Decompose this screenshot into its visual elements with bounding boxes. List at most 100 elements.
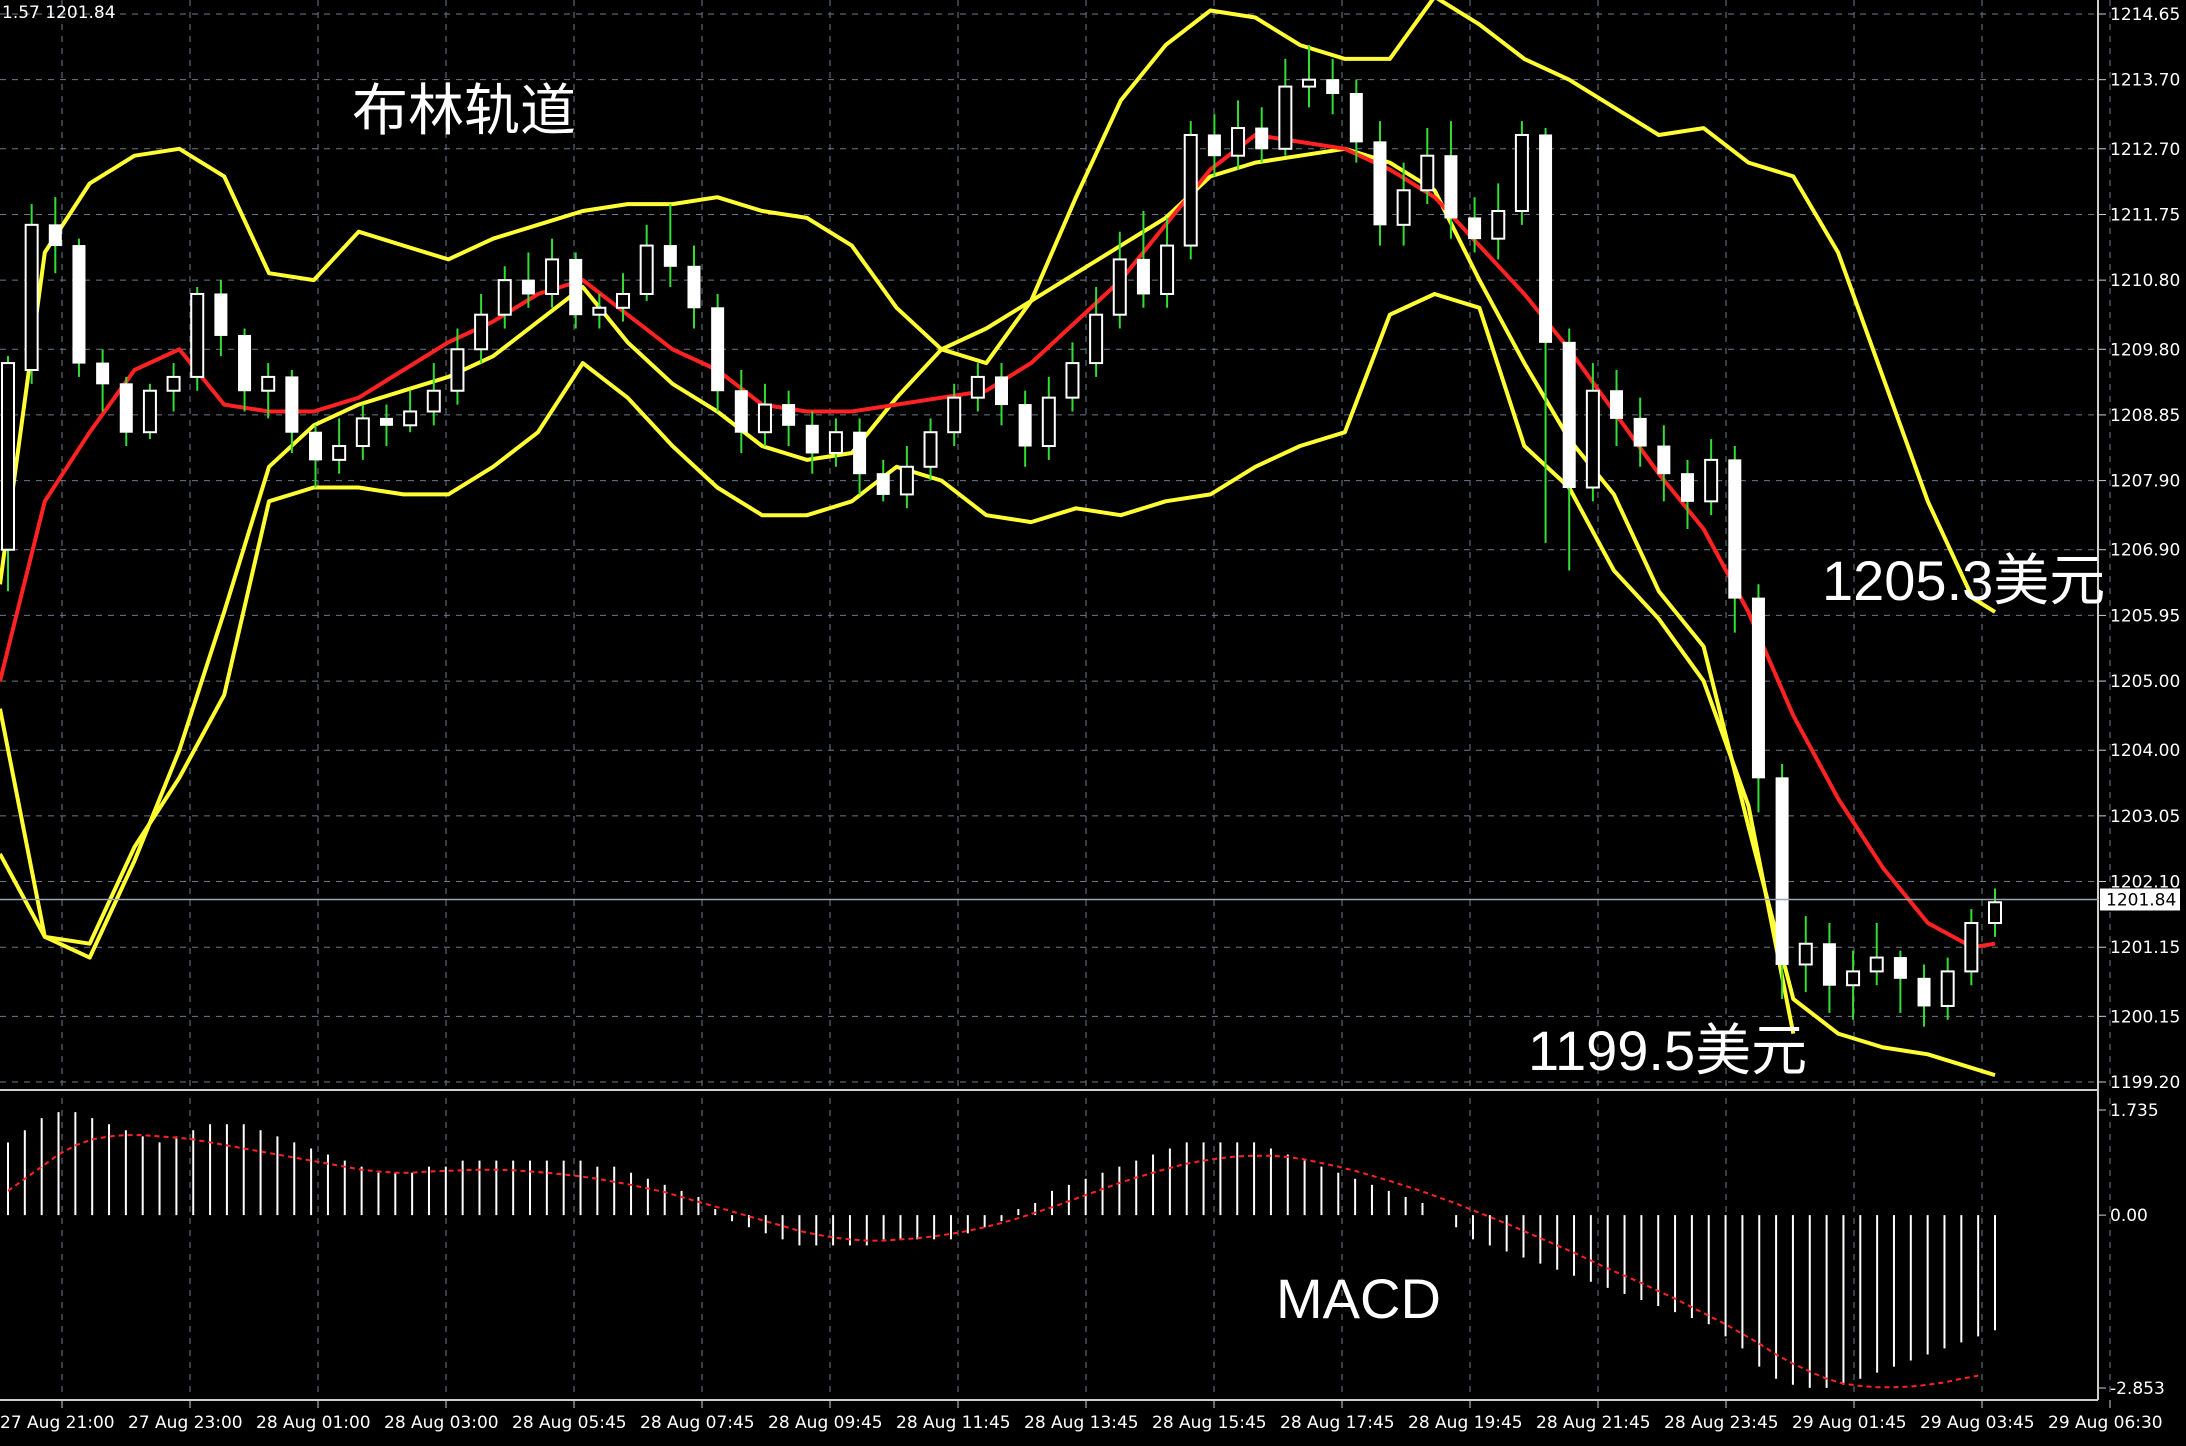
candle-bull[interactable] (403, 410, 418, 427)
candle-bear[interactable] (214, 293, 228, 336)
candle-bear[interactable] (1728, 459, 1742, 599)
candle-bull[interactable] (1964, 922, 1979, 973)
candle-bear[interactable] (238, 334, 252, 392)
candle-bear[interactable] (309, 431, 323, 461)
candle-bear[interactable] (995, 376, 1008, 406)
time-tick-label: 29 Aug 01:45 (1792, 1413, 1907, 1433)
candle-bull[interactable] (970, 375, 985, 399)
candle-bull[interactable] (1089, 313, 1104, 365)
candle-bull[interactable] (142, 389, 157, 434)
candle-bull[interactable] (828, 431, 843, 454)
candle-bear[interactable] (1539, 134, 1553, 343)
candle-bull[interactable] (1, 362, 15, 551)
candle-bear[interactable] (1775, 777, 1789, 965)
candle-bull[interactable] (426, 389, 441, 413)
candle-bear[interactable] (663, 245, 677, 267)
candle-bear[interactable] (72, 245, 86, 364)
candle-bear[interactable] (805, 424, 819, 454)
candle-bear[interactable] (1255, 127, 1269, 150)
candle-bull[interactable] (497, 279, 512, 316)
candle-bear[interactable] (1893, 957, 1907, 979)
candle-bear[interactable] (734, 390, 748, 433)
candle-bear[interactable] (1657, 445, 1671, 475)
candle-bull[interactable] (190, 292, 205, 378)
price-tick-label: 1207.90 (2110, 472, 2180, 492)
macd-tick-label: 1.735 (2110, 1101, 2159, 1121)
candle-bear[interactable] (711, 307, 725, 392)
candle-bull[interactable] (1278, 85, 1293, 150)
candle-bear[interactable] (48, 224, 62, 247)
candle-bear[interactable] (876, 473, 890, 495)
time-tick-label: 28 Aug 11:45 (896, 1413, 1011, 1433)
time-tick-label: 28 Aug 19:45 (1408, 1413, 1523, 1433)
candle-bull[interactable] (1585, 389, 1600, 489)
candle-bull[interactable] (639, 244, 654, 295)
candle-bull[interactable] (1041, 396, 1056, 448)
candle-bear[interactable] (1373, 141, 1387, 226)
candle-bear[interactable] (119, 383, 133, 433)
candle-bear[interactable] (1610, 390, 1624, 419)
candle-bear[interactable] (1444, 155, 1458, 219)
candle-bull[interactable] (1396, 189, 1411, 226)
candle-bull[interactable] (1065, 362, 1080, 399)
candle-bull[interactable] (899, 465, 914, 496)
candle-bear[interactable] (1349, 92, 1363, 143)
candle-bull[interactable] (947, 396, 962, 434)
candle-bear[interactable] (569, 258, 583, 316)
time-tick-label: 29 Aug 06:30 (2048, 1413, 2163, 1433)
chart-window[interactable]: 1214.65 1213.70 1212.70 1211.75 1210.80 1209.… (0, 0, 2186, 1446)
candle-bear[interactable] (1751, 597, 1765, 779)
candle-bull[interactable] (1112, 258, 1127, 316)
candle-bear[interactable] (1207, 134, 1221, 157)
candle-bear[interactable] (1680, 473, 1694, 502)
candle-bull[interactable] (355, 417, 370, 448)
candle-bear[interactable] (1018, 404, 1032, 447)
candle-bull[interactable] (545, 258, 560, 295)
candle-bull[interactable] (1514, 133, 1529, 213)
candle-bear[interactable] (1633, 417, 1647, 447)
candle-bull[interactable] (261, 375, 276, 392)
candle-bull[interactable] (1160, 244, 1175, 295)
candle-bear[interactable] (521, 279, 535, 295)
candle-bear[interactable] (285, 376, 299, 433)
candle-bear[interactable] (1136, 258, 1150, 295)
candle-bear[interactable] (853, 431, 867, 475)
candle-bear[interactable] (1562, 341, 1576, 489)
time-tick-label: 28 Aug 17:45 (1280, 1413, 1395, 1433)
candle-bull[interactable] (1846, 970, 1861, 987)
candle-bear[interactable] (96, 362, 110, 385)
candle-bear[interactable] (1468, 217, 1482, 240)
candle-bull[interactable] (332, 445, 347, 461)
candle-bull[interactable] (1420, 154, 1435, 192)
candle-bull[interactable] (1940, 970, 1955, 1007)
candle-bull[interactable] (1869, 956, 1884, 973)
candle-bull[interactable] (24, 223, 39, 371)
candle-bull[interactable] (1231, 127, 1246, 157)
chart-canvas[interactable]: 1214.65 1213.70 1212.70 1211.75 1210.80 1209.… (0, 0, 2186, 1446)
price-tick-label: 1209.80 (2110, 340, 2180, 360)
header-text: 1.57 1201.84 (2, 3, 116, 23)
candle-bull[interactable] (166, 375, 181, 392)
time-tick-label: 28 Aug 15:45 (1152, 1413, 1267, 1433)
candle-bull[interactable] (923, 431, 938, 468)
candle-bear[interactable] (687, 265, 701, 309)
candle-bull[interactable] (592, 306, 607, 316)
price-tick-label: 1213.70 (2110, 71, 2180, 91)
macd-tick-label: 0.00 (2110, 1206, 2148, 1226)
candle-bull[interactable] (1302, 78, 1317, 88)
candle-bull[interactable] (1183, 133, 1198, 247)
candle-bear[interactable] (1822, 943, 1836, 986)
candle-bear[interactable] (1326, 79, 1340, 94)
time-tick-label: 28 Aug 09:45 (768, 1413, 883, 1433)
candle-bull[interactable] (1798, 942, 1813, 966)
candle-bull[interactable] (450, 348, 465, 392)
candle-bull[interactable] (1491, 210, 1506, 240)
candle-bull[interactable] (1704, 458, 1719, 503)
candle-bear[interactable] (379, 417, 393, 426)
candle-bull[interactable] (474, 313, 489, 351)
candle-bear[interactable] (1917, 977, 1931, 1007)
candle-bull[interactable] (616, 292, 631, 309)
candle-bull[interactable] (757, 403, 772, 434)
candle-bull[interactable] (1988, 901, 2002, 925)
candle-bear[interactable] (782, 404, 796, 426)
